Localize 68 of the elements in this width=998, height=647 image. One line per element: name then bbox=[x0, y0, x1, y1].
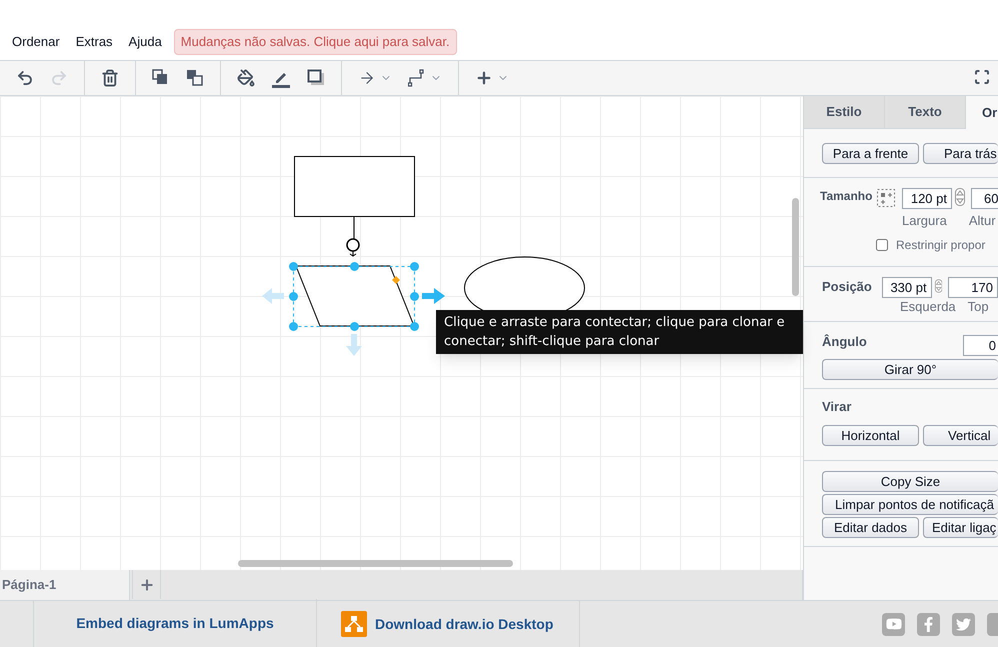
size-label: Tamanho bbox=[820, 188, 874, 204]
top-caption: Top bbox=[968, 298, 989, 316]
resize-handle[interactable] bbox=[410, 322, 419, 331]
left-field[interactable]: 330 pt bbox=[882, 276, 932, 298]
add-page-button[interactable] bbox=[132, 570, 161, 599]
f-letter-icon[interactable] bbox=[917, 612, 940, 636]
redo-icon bbox=[50, 69, 68, 87]
to-front-icon bbox=[152, 69, 170, 87]
menu-item[interactable]: Ordenar bbox=[12, 32, 60, 52]
resize-handle[interactable] bbox=[289, 292, 298, 301]
menu-item[interactable]: Ajuda bbox=[128, 32, 162, 52]
spinner-icon[interactable] bbox=[934, 276, 942, 294]
spinner-icon[interactable] bbox=[955, 188, 965, 206]
resize-handle[interactable] bbox=[289, 262, 298, 271]
plus-icon bbox=[138, 576, 154, 592]
resize-handle[interactable] bbox=[350, 262, 359, 271]
height-field[interactable]: 60 bbox=[971, 188, 998, 209]
undo-icon bbox=[16, 69, 34, 87]
edit-data-button[interactable]: Editar dados bbox=[822, 516, 919, 538]
waypoints-icon bbox=[408, 69, 426, 87]
tooltip: Clique e arraste para contectar; clique para clonar e conectar; shift-clique para clonar bbox=[436, 310, 803, 354]
clear-waypoints-button[interactable]: Limpar pontos de notificaçã bbox=[822, 494, 998, 514]
rotate-button[interactable]: Girar 90° bbox=[822, 359, 998, 380]
fullscreen-icon bbox=[974, 69, 990, 85]
checkbox[interactable] bbox=[876, 238, 888, 250]
angle-field[interactable]: 0 bbox=[963, 335, 998, 356]
flip-label: Virar bbox=[822, 398, 852, 416]
flip-horizontal-button[interactable]: Horizontal bbox=[822, 424, 919, 446]
fullscreen-button[interactable] bbox=[974, 69, 990, 85]
top-field[interactable]: 170 bbox=[948, 276, 998, 298]
shadow-icon bbox=[307, 69, 325, 87]
diagram-canvas[interactable] bbox=[0, 96, 803, 570]
footer-link[interactable]: Download draw.io Desktop bbox=[375, 614, 554, 634]
menu-item[interactable]: Extras bbox=[76, 32, 113, 52]
width-caption: Largura bbox=[902, 212, 947, 230]
copy-size-button[interactable]: Copy Size bbox=[822, 470, 998, 492]
resize-handle[interactable] bbox=[289, 322, 298, 331]
paint-bucket-icon bbox=[237, 69, 255, 87]
left-caption: Esquerda bbox=[900, 298, 956, 316]
send-to-back-button[interactable]: Para trás bbox=[923, 143, 998, 164]
plus-icon bbox=[475, 69, 493, 87]
autosize-icon[interactable] bbox=[876, 188, 896, 208]
video-icon[interactable] bbox=[882, 612, 905, 636]
shape-handle[interactable] bbox=[392, 276, 400, 284]
flip-vertical-button[interactable]: Vertical bbox=[923, 424, 998, 446]
horizontal-scrollbar[interactable] bbox=[238, 560, 513, 567]
width-field[interactable]: 120 pt bbox=[902, 188, 952, 209]
position-label: Posição bbox=[822, 278, 873, 296]
trash-icon bbox=[101, 69, 119, 87]
bring-to-front-button[interactable]: Para a frente bbox=[822, 143, 919, 164]
resize-handle[interactable] bbox=[350, 322, 359, 331]
angle-label: Ângulo bbox=[822, 333, 867, 351]
diagram-app-icon bbox=[341, 611, 367, 637]
to-back-icon bbox=[186, 69, 204, 87]
panel-tab[interactable]: Texto bbox=[885, 96, 966, 129]
page-tab[interactable]: Página-1 bbox=[0, 570, 130, 600]
constrain-proportions-label: Restringir propor bbox=[896, 236, 986, 254]
panel-tab[interactable]: Estilo bbox=[804, 96, 885, 129]
height-caption: Altur bbox=[968, 212, 996, 230]
rotate-handle-icon[interactable] bbox=[346, 238, 360, 257]
resize-handle[interactable] bbox=[410, 262, 419, 271]
resize-handle[interactable] bbox=[410, 292, 419, 301]
clone-arrow-icon[interactable] bbox=[422, 288, 445, 304]
vertical-scrollbar[interactable] bbox=[792, 198, 799, 296]
footer-link[interactable]: Embed diagrams in LumApps bbox=[34, 599, 317, 647]
bird-icon[interactable] bbox=[952, 612, 975, 636]
edit-link-button[interactable]: Editar ligaç bbox=[923, 516, 998, 538]
rectangle-shape[interactable] bbox=[294, 156, 415, 217]
